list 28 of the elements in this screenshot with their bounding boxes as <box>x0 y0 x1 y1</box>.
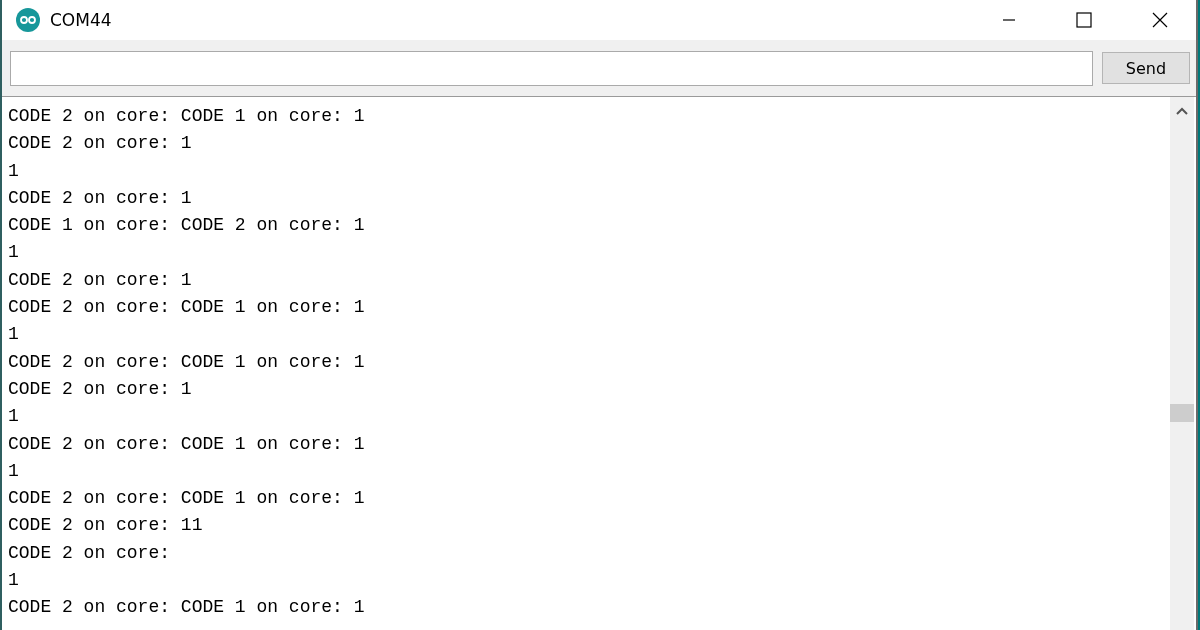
output-line: CODE 2 on core: <box>8 541 172 565</box>
close-icon[interactable] <box>1152 12 1168 28</box>
maximize-icon[interactable] <box>1076 12 1092 28</box>
output-line: CODE 2 on core: CODE 1 on core: 1 <box>8 350 366 374</box>
output-line: CODE 2 on core: 1 <box>8 377 193 401</box>
output-line: CODE 1 on core: CODE 2 on core: 1 <box>8 214 366 238</box>
scrollbar[interactable] <box>1170 97 1194 630</box>
output-line: CODE 2 on core: CODE 1 on core: 1 <box>8 487 366 511</box>
send-button[interactable]: Send <box>1102 52 1190 84</box>
output-line: CODE 2 on core: 11 <box>8 514 204 538</box>
input-field[interactable] <box>10 50 1093 86</box>
output-line: CODE 2 on core: 1 <box>8 268 193 292</box>
output-line: CODE 2 on core: 1 <box>8 132 193 156</box>
window-title: COM44 <box>50 10 112 30</box>
output-line: 1 <box>8 405 20 429</box>
infinity-logo-icon <box>16 8 40 32</box>
output-line: 1 <box>8 241 20 265</box>
output-line: 1 <box>8 569 20 593</box>
scrollbar-thumb[interactable] <box>1170 404 1194 422</box>
output-line: CODE 2 on core: CODE 1 on core: 1 <box>8 596 366 620</box>
output-line: CODE 2 on core: CODE 1 on core: 1 <box>8 296 366 320</box>
output-line: CODE 2 on core: CODE 1 on core: 1 <box>8 432 366 456</box>
output-line: 1 <box>8 159 20 183</box>
output-line: 1 <box>8 323 20 347</box>
output-line: CODE 2 on core: 1 <box>8 186 193 210</box>
output-line: 1 <box>8 459 20 483</box>
scroll-up-icon[interactable] <box>1176 107 1188 115</box>
output-line: CODE 2 on core: CODE 1 on core: 1 <box>8 105 366 128</box>
